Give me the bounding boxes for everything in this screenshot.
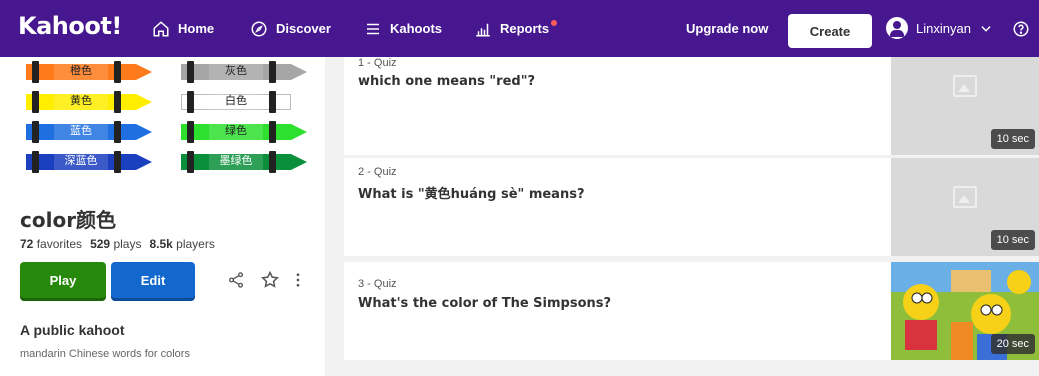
plays-label: plays <box>113 237 142 251</box>
crayon-label: 墨绿色 <box>209 154 263 170</box>
time-limit-badge: 10 sec <box>990 230 1035 250</box>
favorites-count: 72 <box>20 237 34 251</box>
nav-home[interactable]: Home <box>152 0 214 57</box>
kahoot-description: mandarin Chinese words for colors <box>20 348 190 360</box>
nav-discover[interactable]: Discover <box>250 0 331 57</box>
kahoot-logo[interactable]: Kahoot! <box>18 12 122 40</box>
players-count: 8.5k <box>149 237 173 251</box>
question-type: 2 - Quiz <box>358 166 397 178</box>
crayon-item: 黄色 <box>26 91 154 113</box>
question-thumbnail: 20 sec <box>891 262 1039 360</box>
favorite-button[interactable] <box>260 270 280 290</box>
share-button[interactable] <box>226 270 246 290</box>
kahoot-details-panel: 橙色 灰色黄色 白色蓝色 绿色深蓝色 墨绿色 color颜色 72 favorites … <box>0 57 325 376</box>
question-text: What is "黄色huáng sè" means? <box>358 187 585 202</box>
crayon-item: 墨绿色 <box>181 151 309 173</box>
nav-kahoots-label: Kahoots <box>390 21 442 36</box>
time-limit-badge: 10 sec <box>990 129 1035 149</box>
crayon-item: 绿色 <box>181 121 309 143</box>
nav-discover-label: Discover <box>276 21 331 36</box>
kahoot-title: color颜色 <box>20 208 117 232</box>
question-thumbnail: 10 sec <box>891 158 1039 256</box>
crayon-label: 橙色 <box>54 64 108 80</box>
more-vertical-icon <box>296 273 300 287</box>
image-placeholder-icon <box>953 75 977 97</box>
crayon-item: 深蓝色 <box>26 151 154 173</box>
create-button[interactable]: Create <box>788 14 872 48</box>
question-thumbnail: 10 sec <box>891 57 1039 155</box>
compass-icon <box>251 21 267 36</box>
time-limit-badge: 20 sec <box>990 334 1035 354</box>
question-text: which one means "red"? <box>358 74 536 89</box>
help-icon <box>1013 21 1029 36</box>
crayon-item: 橙色 <box>26 61 154 83</box>
crayon-label: 灰色 <box>209 64 263 80</box>
top-nav: Kahoot! Home Discover Kahoots Reports Up… <box>0 0 1039 57</box>
visibility-label: A public kahoot <box>20 322 125 338</box>
star-icon <box>260 270 280 288</box>
play-button[interactable]: Play <box>20 262 106 298</box>
kahoot-stats: 72 favorites 529 plays 8.5k players <box>20 237 215 251</box>
avatar[interactable] <box>886 17 908 39</box>
question-card[interactable]: 1 - Quiz which one means "red"? 10 sec <box>344 57 1039 155</box>
help-button[interactable] <box>1012 0 1030 57</box>
crayon-label: 白色 <box>209 94 263 110</box>
list-icon <box>367 23 379 34</box>
username: Linxinyan <box>916 21 971 36</box>
notification-dot <box>551 20 558 26</box>
favorites-label: favorites <box>36 237 83 251</box>
user-menu[interactable]: Linxinyan <box>916 0 993 57</box>
nav-home-label: Home <box>178 21 215 36</box>
crayon-item: 灰色 <box>181 61 309 83</box>
edit-button[interactable]: Edit <box>111 262 195 298</box>
crayon-label: 深蓝色 <box>54 154 108 170</box>
crayon-label: 蓝色 <box>54 124 108 140</box>
share-icon <box>228 272 244 288</box>
chevron-down-icon <box>981 25 991 32</box>
image-placeholder-icon <box>953 186 977 208</box>
crayon-label: 绿色 <box>209 124 263 140</box>
nav-reports-label: Reports <box>500 21 550 36</box>
crayon-item: 白色 <box>181 91 309 113</box>
home-icon <box>153 20 169 36</box>
question-card[interactable]: 2 - Quiz What is "黄色huáng sè" means? 10 … <box>344 158 1039 256</box>
bar-chart-icon <box>476 23 490 36</box>
players-label: players <box>176 237 215 251</box>
nav-reports[interactable]: Reports <box>474 0 558 57</box>
plays-count: 529 <box>90 237 111 251</box>
question-type: 1 - Quiz <box>358 57 397 69</box>
nav-kahoots[interactable]: Kahoots <box>364 0 442 57</box>
more-options-button[interactable] <box>288 270 308 290</box>
crayon-item: 蓝色 <box>26 121 154 143</box>
question-text: What's the color of The Simpsons? <box>358 296 612 311</box>
question-type: 3 - Quiz <box>358 278 397 290</box>
crayon-label: 黄色 <box>54 94 108 110</box>
upgrade-link[interactable]: Upgrade now <box>686 0 768 57</box>
question-card[interactable]: 3 - Quiz What's the color of The Simpson… <box>344 262 1039 360</box>
